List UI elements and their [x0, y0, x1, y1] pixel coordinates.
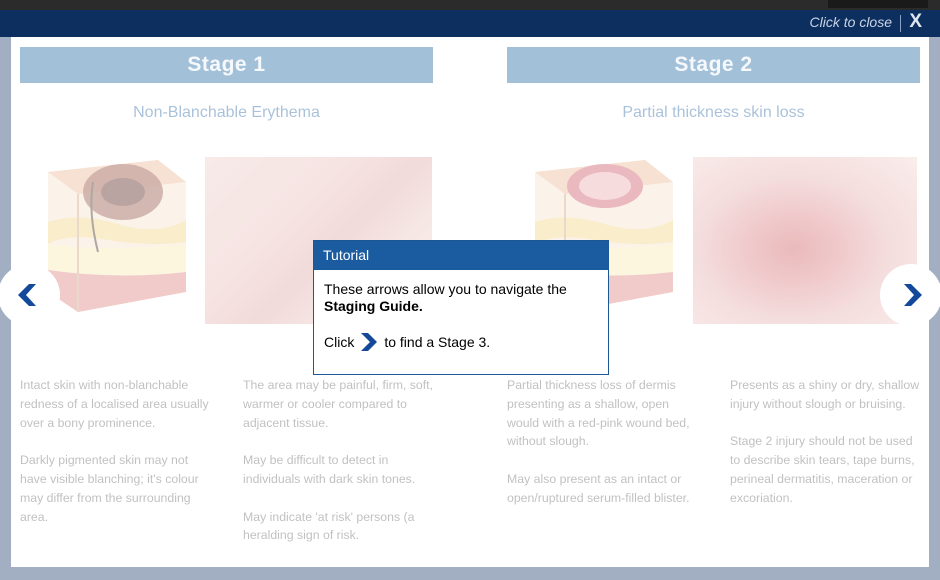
stage-2-description-col-1: Partial thickness loss of dermis present… [507, 376, 697, 526]
stage-2-col2-para-1: Presents as a shiny or dry, shallow inju… [730, 378, 920, 411]
chevron-left-icon [18, 284, 36, 306]
next-stage-button[interactable] [880, 264, 940, 326]
divider [900, 15, 901, 32]
stage-2-col1-para-1: Partial thickness loss of dermis present… [507, 378, 690, 449]
prev-stage-button[interactable] [0, 264, 60, 326]
stage-1-col2-para-3: May indicate 'at risk' persons (a herald… [243, 509, 415, 543]
chevron-right-icon [904, 284, 922, 306]
stage-1-title-bar: Stage 1 [20, 47, 433, 83]
tutorial-popup: Tutorial These arrows allow you to navig… [313, 240, 609, 375]
stage-2-description-col-2: Presents as a shiny or dry, shallow inju… [730, 376, 920, 526]
stage-2-col1-para-2: May also present as an intact or open/ru… [507, 471, 690, 505]
tutorial-line-2: Click to find a Stage 3. [324, 332, 598, 352]
stage-2-col2-para-2: Stage 2 injury should not be used to des… [730, 434, 915, 505]
close-bar: Click to close X [0, 10, 940, 36]
stage-1-subtitle: Non-Blanchable Erythema [133, 104, 320, 121]
tutorial-body: These arrows allow you to navigate the S… [314, 270, 608, 352]
stage-2-subtitle: Partial thickness skin loss [622, 104, 805, 121]
stage-1-col2-para-2: May be difficult to detect in individual… [243, 453, 416, 486]
stage-1-description-col-2: The area may be painful, firm, soft, war… [243, 376, 433, 564]
tutorial-click-text: Click [324, 333, 355, 350]
stage-1-col1-para-2: Darkly pigmented skin may not have visib… [20, 453, 199, 524]
chevron-right-icon [361, 333, 378, 351]
click-to-close-label[interactable]: Click to close [810, 14, 892, 30]
stage-1-description-col-1: Intact skin with non-blanchable redness … [20, 376, 210, 545]
stage-1-title: Stage 1 [187, 53, 266, 76]
tutorial-stage3-text: to find a Stage 3. [384, 333, 491, 350]
close-icon[interactable]: X [909, 11, 922, 33]
tutorial-line-1: These arrows allow you to navigate the S… [324, 281, 598, 315]
tutorial-title: Tutorial [314, 241, 608, 270]
stage-1-col2-para-1: The area may be painful, firm, soft, war… [243, 378, 434, 430]
stage-1-col1-para-1: Intact skin with non-blanchable redness … [20, 378, 209, 430]
tutorial-line-1-bold: Staging Guide. [324, 298, 423, 314]
top-bar [0, 0, 940, 10]
tutorial-line-1-text: These arrows allow you to navigate the [324, 281, 567, 297]
stage-2-title-bar: Stage 2 [507, 47, 920, 83]
stage-1-skin-diagram [38, 152, 198, 327]
stage-2-title: Stage 2 [674, 53, 753, 76]
